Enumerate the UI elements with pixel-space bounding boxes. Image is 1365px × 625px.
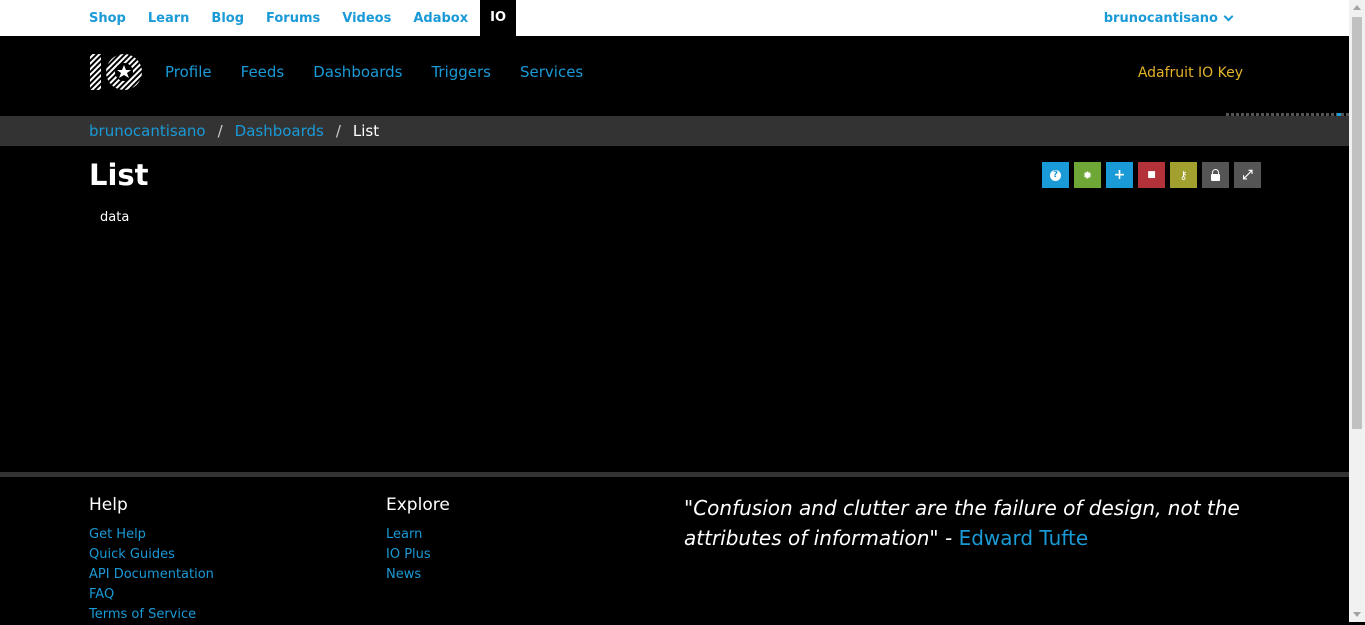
- footer-link-news[interactable]: News: [386, 565, 450, 585]
- site-nav-adabox[interactable]: Adabox: [413, 11, 468, 26]
- fullscreen-button[interactable]: ⤢: [1234, 162, 1261, 188]
- io-nav-feeds[interactable]: Feeds: [241, 63, 285, 81]
- key-button[interactable]: ⚷: [1170, 162, 1197, 188]
- footer-link-get-help[interactable]: Get Help: [89, 525, 214, 545]
- footer-link-quick-guides[interactable]: Quick Guides: [89, 545, 214, 565]
- site-nav-shop[interactable]: Shop: [89, 11, 126, 26]
- footer-help: Help Get Help Quick Guides API Documenta…: [89, 495, 214, 625]
- footer-link-faq[interactable]: FAQ: [89, 585, 214, 605]
- footer-explore-title: Explore: [386, 495, 450, 515]
- gear-icon: ✹: [1082, 168, 1093, 182]
- breadcrumb-separator: /: [335, 122, 341, 140]
- expand-icon: ⤢: [1242, 167, 1253, 183]
- settings-button[interactable]: ✹: [1074, 162, 1101, 188]
- io-nav-triggers[interactable]: Triggers: [431, 63, 491, 81]
- scroll-down-icon[interactable]: [1353, 612, 1361, 617]
- add-block-button[interactable]: +: [1106, 162, 1133, 188]
- io-nav: Profile Feeds Dashboards Triggers Servic…: [0, 36, 1349, 113]
- delete-button[interactable]: ■: [1138, 162, 1165, 188]
- lock-icon: [1211, 168, 1220, 181]
- quote-author-link[interactable]: Edward Tufte: [959, 526, 1089, 550]
- io-logo[interactable]: [89, 52, 144, 92]
- footer-link-io-plus[interactable]: IO Plus: [386, 545, 450, 565]
- key-icon: ⚷: [1179, 168, 1188, 182]
- io-nav-links: Profile Feeds Dashboards Triggers Servic…: [165, 63, 612, 81]
- footer-link-terms[interactable]: Terms of Service: [89, 605, 214, 625]
- scroll-up-icon[interactable]: [1353, 5, 1361, 10]
- footer-explore: Explore Learn IO Plus News: [386, 495, 450, 585]
- lock-button[interactable]: [1202, 162, 1229, 188]
- footer-help-title: Help: [89, 495, 128, 515]
- chevron-down-icon: [1223, 11, 1234, 22]
- breadcrumb: brunocantisano / Dashboards / List: [0, 116, 1349, 146]
- user-menu[interactable]: brunocantisano: [1103, 11, 1234, 26]
- breadcrumb-dashboards[interactable]: Dashboards: [235, 122, 324, 140]
- top-site-bar: Shop Learn Blog Forums Videos Adabox IO …: [0, 0, 1349, 36]
- io-nav-services[interactable]: Services: [520, 63, 583, 81]
- site-nav-forums[interactable]: Forums: [266, 11, 320, 26]
- site-nav: Shop Learn Blog Forums Videos Adabox IO: [89, 0, 516, 36]
- site-nav-blog[interactable]: Blog: [211, 11, 244, 26]
- site-nav-learn[interactable]: Learn: [148, 11, 190, 26]
- site-nav-io[interactable]: IO: [480, 0, 516, 36]
- dashboard-toolbar: ? ✹ + ■ ⚷ ⤢: [1042, 162, 1261, 188]
- scroll-thumb[interactable]: [1352, 17, 1362, 429]
- footer-link-api-docs[interactable]: API Documentation: [89, 565, 214, 585]
- help-icon: ?: [1050, 169, 1061, 181]
- page-title: List: [89, 158, 149, 192]
- io-nav-profile[interactable]: Profile: [165, 63, 212, 81]
- footer-link-learn[interactable]: Learn: [386, 525, 450, 545]
- breadcrumb-current: List: [352, 122, 380, 140]
- breadcrumb-separator: /: [217, 122, 223, 140]
- breadcrumb-user[interactable]: brunocantisano: [89, 122, 206, 140]
- plus-icon: +: [1113, 167, 1126, 183]
- io-nav-dashboards[interactable]: Dashboards: [313, 63, 402, 81]
- footer-quote: "Confusion and clutter are the failure o…: [684, 493, 1254, 553]
- dashboard-block-label: data: [100, 210, 130, 225]
- help-button[interactable]: ?: [1042, 162, 1069, 188]
- trash-icon: ■: [1147, 170, 1156, 180]
- site-nav-videos[interactable]: Videos: [342, 11, 391, 26]
- footer: Help Get Help Quick Guides API Documenta…: [0, 477, 1349, 622]
- user-menu-name: brunocantisano: [1103, 11, 1218, 26]
- page-scrollbar[interactable]: [1349, 0, 1365, 622]
- breadcrumb-items: brunocantisano / Dashboards / List: [89, 122, 379, 140]
- io-key-link[interactable]: Adafruit IO Key: [1138, 65, 1243, 81]
